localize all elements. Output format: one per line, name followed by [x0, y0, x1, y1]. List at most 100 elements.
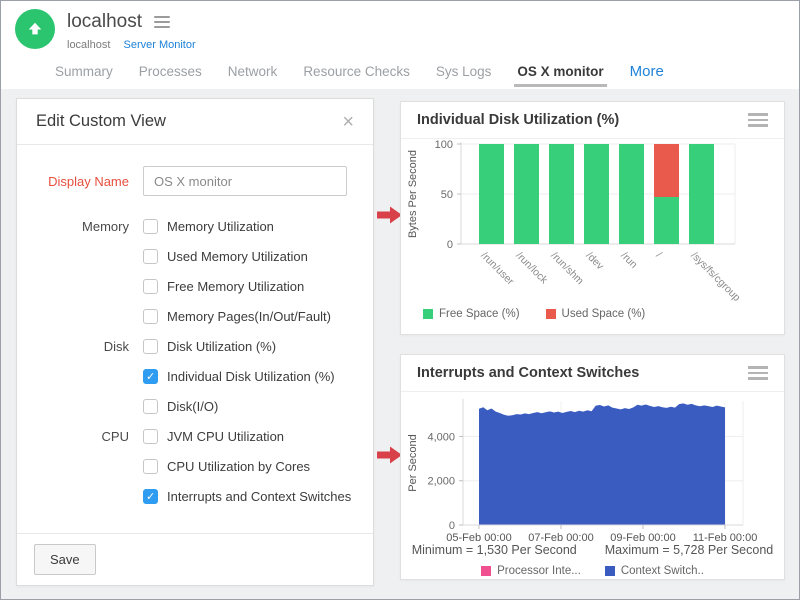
svg-text:/run/user: /run/user — [478, 250, 516, 288]
breadcrumb-server-monitor-link[interactable]: Server Monitor — [123, 39, 195, 51]
svg-text:4,000: 4,000 — [427, 431, 455, 443]
group-label-memory: Memory — [17, 219, 143, 234]
list-item: Disk(I/O) — [17, 391, 373, 421]
host-status-icon — [15, 9, 55, 49]
display-name-label: Display Name — [17, 174, 143, 189]
interrupts-area-chart: 02,0004,00005-Feb 00:0007-Feb 00:0009-Fe… — [401, 395, 786, 547]
pointer-arrow-icon — [377, 446, 402, 464]
up-arrow-icon — [26, 20, 44, 38]
tab-network[interactable]: Network — [228, 64, 278, 79]
checkbox-interrupts-context-switches[interactable] — [143, 489, 158, 504]
checkbox-label: Free Memory Utilization — [167, 279, 304, 294]
disk-utilization-bar-chart: 0 50 100/run/user/run/lock/run/shm/dev/run… — [401, 138, 786, 306]
svg-text:0: 0 — [447, 239, 453, 251]
legend-swatch-icon — [423, 309, 433, 319]
close-icon[interactable]: × — [342, 112, 354, 132]
legend-processor-interrupts: Processor Inte... — [481, 565, 581, 577]
checkbox-memory-utilization[interactable] — [143, 219, 158, 234]
save-button[interactable]: Save — [34, 544, 96, 575]
svg-text:/: / — [653, 250, 664, 261]
breadcrumb-host: localhost — [67, 39, 110, 51]
list-item: Individual Disk Utilization (%) — [17, 361, 373, 391]
chart-legend: Free Space (%) Used Space (%) — [423, 308, 645, 320]
edit-custom-view-panel: Edit Custom View × Display Name Memory M… — [16, 98, 374, 586]
display-name-input[interactable] — [143, 166, 347, 196]
legend-swatch-icon — [481, 566, 491, 576]
checkbox-disk-io[interactable] — [143, 399, 158, 414]
card-header: Individual Disk Utilization (%) — [401, 102, 784, 139]
svg-text:Per Second: Per Second — [407, 434, 419, 491]
checkbox-used-memory-utilization[interactable] — [143, 249, 158, 264]
tab-more[interactable]: More — [630, 63, 664, 80]
svg-text:/run/lock: /run/lock — [513, 250, 550, 287]
legend-label: Free Space (%) — [439, 308, 520, 320]
legend-context-switches: Context Switch.. — [605, 565, 704, 577]
legend-label: Processor Inte... — [497, 565, 581, 577]
svg-text:100: 100 — [435, 139, 453, 151]
svg-text:50: 50 — [441, 189, 453, 201]
checkbox-memory-pages[interactable] — [143, 309, 158, 324]
checkbox-disk-utilization[interactable] — [143, 339, 158, 354]
panel-footer: Save — [17, 533, 373, 585]
list-item: Memory Memory Utilization — [17, 211, 373, 241]
list-item: Used Memory Utilization — [17, 241, 373, 271]
chart-legend: Processor Inte... Context Switch.. — [401, 565, 784, 577]
legend-used-space: Used Space (%) — [546, 308, 646, 320]
checkbox-label: Disk(I/O) — [167, 399, 218, 414]
breadcrumb: localhost Server Monitor — [67, 39, 196, 51]
checkbox-individual-disk-utilization[interactable] — [143, 369, 158, 384]
panel-title: Edit Custom View — [36, 112, 166, 131]
header: localhost localhost Server Monitor Summa… — [1, 1, 799, 89]
svg-text:/run/shm: /run/shm — [548, 250, 586, 288]
list-item: Memory Pages(In/Out/Fault) — [17, 301, 373, 331]
app-window: localhost localhost Server Monitor Summa… — [0, 0, 800, 600]
legend-label: Used Space (%) — [562, 308, 646, 320]
panel-header: Edit Custom View × — [17, 99, 373, 145]
checkbox-cpu-utilization-by-cores[interactable] — [143, 459, 158, 474]
checkbox-label: Memory Pages(In/Out/Fault) — [167, 309, 331, 324]
pointer-arrow-icon — [377, 206, 402, 224]
svg-text:/dev: /dev — [583, 250, 606, 273]
list-item: CPU JVM CPU Utilization — [17, 421, 373, 451]
card-menu-icon[interactable] — [748, 366, 768, 380]
content-area: Edit Custom View × Display Name Memory M… — [1, 89, 799, 599]
checkbox-label: Used Memory Utilization — [167, 249, 308, 264]
card-menu-icon[interactable] — [748, 113, 768, 127]
legend-label: Context Switch.. — [621, 565, 704, 577]
tab-sys-logs[interactable]: Sys Logs — [436, 64, 492, 79]
list-item: Disk Disk Utilization (%) — [17, 331, 373, 361]
tab-resource-checks[interactable]: Resource Checks — [303, 64, 410, 79]
group-label-cpu: CPU — [17, 429, 143, 444]
tab-bar: Summary Processes Network Resource Check… — [55, 55, 664, 87]
title-menu-icon[interactable] — [154, 16, 170, 28]
tab-processes[interactable]: Processes — [139, 64, 202, 79]
chart-title-interrupts: Interrupts and Context Switches — [417, 365, 639, 381]
interrupts-card: Interrupts and Context Switches 0 2,000 4,… — [400, 354, 785, 580]
group-label-disk: Disk — [17, 339, 143, 354]
checkbox-label: Disk Utilization (%) — [167, 339, 276, 354]
svg-text:/sys/fs/cgroup: /sys/fs/cgroup — [688, 250, 742, 304]
svg-text:Bytes Per Second: Bytes Per Second — [407, 150, 419, 238]
list-item: CPU Utilization by Cores — [17, 451, 373, 481]
list-item: Interrupts and Context Switches — [17, 481, 373, 511]
svg-text:/run: /run — [618, 250, 639, 271]
tab-osx-monitor[interactable]: OS X monitor — [517, 64, 603, 79]
checkbox-label: Individual Disk Utilization (%) — [167, 369, 335, 384]
tab-summary[interactable]: Summary — [55, 64, 113, 79]
checkbox-jvm-cpu-utilization[interactable] — [143, 429, 158, 444]
stat-maximum: Maximum = 5,728 Per Second — [605, 543, 774, 557]
metric-checklist: Memory Memory Utilization Used Memory Ut… — [17, 211, 373, 511]
checkbox-label: CPU Utilization by Cores — [167, 459, 310, 474]
chart-title-disk: Individual Disk Utilization (%) — [417, 112, 619, 128]
legend-swatch-icon — [546, 309, 556, 319]
checkbox-label: Memory Utilization — [167, 219, 274, 234]
list-item: Free Memory Utilization — [17, 271, 373, 301]
svg-text:2,000: 2,000 — [427, 476, 455, 488]
legend-swatch-icon — [605, 566, 615, 576]
chart-stats: Minimum = 1,530 Per Second Maximum = 5,7… — [401, 543, 784, 557]
checkbox-label: Interrupts and Context Switches — [167, 489, 351, 504]
stat-minimum: Minimum = 1,530 Per Second — [412, 543, 577, 557]
checkbox-free-memory-utilization[interactable] — [143, 279, 158, 294]
disk-utilization-card: Individual Disk Utilization (%) 0 50 100/r… — [400, 101, 785, 335]
svg-text:0: 0 — [449, 520, 455, 532]
